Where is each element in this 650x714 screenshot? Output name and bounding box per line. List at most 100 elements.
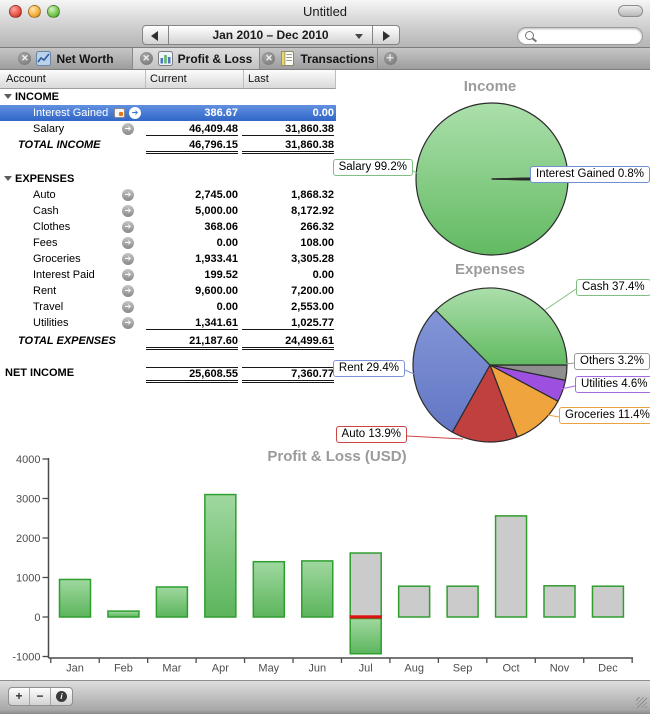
current-value: 46,409.48 bbox=[146, 123, 238, 136]
pie-slice-label: Rent 29.4% bbox=[333, 360, 405, 377]
account-name: Rent bbox=[33, 285, 56, 297]
table-row[interactable]: Interest Paid➔199.520.00 bbox=[0, 267, 336, 283]
svg-text:-1000: -1000 bbox=[12, 652, 40, 664]
last-value: 266.32 bbox=[242, 221, 334, 233]
drilldown-arrow-icon[interactable]: ➔ bbox=[122, 301, 134, 313]
accounts-table: INCOMEInterest Gained➔386.670.00Salary➔4… bbox=[0, 89, 336, 381]
svg-text:2000: 2000 bbox=[16, 533, 40, 545]
drilldown-arrow-icon[interactable]: ➔ bbox=[122, 285, 134, 297]
drilldown-arrow-icon[interactable]: ➔ bbox=[129, 107, 141, 119]
date-range-dropdown[interactable]: Jan 2010 – Dec 2010 bbox=[169, 25, 373, 45]
previous-period-button[interactable] bbox=[142, 25, 169, 45]
current-value: 25,608.55 bbox=[146, 367, 238, 383]
bar-actual-Apr[interactable] bbox=[205, 495, 236, 617]
pie-slice-interest-gained[interactable] bbox=[492, 177, 568, 181]
drilldown-arrow-icon[interactable]: ➔ bbox=[122, 123, 134, 135]
pie-slice-utilities[interactable] bbox=[490, 365, 565, 401]
table-row[interactable]: Clothes➔368.06266.32 bbox=[0, 219, 336, 235]
arrow-right-icon bbox=[383, 31, 390, 41]
drilldown-arrow-icon[interactable]: ➔ bbox=[122, 317, 134, 329]
tab-net-worth[interactable]: ✕ Net Worth bbox=[0, 48, 133, 69]
status-bar: + − i bbox=[0, 680, 650, 714]
svg-text:Mar: Mar bbox=[162, 663, 181, 675]
bar-actual-Jan[interactable] bbox=[60, 579, 91, 617]
plus-icon: ＋ bbox=[384, 52, 397, 65]
next-period-button[interactable] bbox=[373, 25, 400, 45]
account-name: Interest Gained bbox=[33, 107, 108, 119]
add-account-button[interactable]: + bbox=[9, 688, 30, 705]
table-row[interactable]: Fees➔0.00108.00 bbox=[0, 235, 336, 251]
table-header: Account Current Last bbox=[0, 70, 336, 89]
group-row[interactable]: INCOME bbox=[0, 89, 336, 105]
pie-slice-label: Groceries 11.4% bbox=[559, 407, 650, 424]
bar-actual-Feb[interactable] bbox=[108, 611, 139, 617]
close-tab-icon[interactable]: ✕ bbox=[140, 52, 153, 65]
table-row[interactable]: Cash➔5,000.008,172.92 bbox=[0, 203, 336, 219]
table-row[interactable]: Salary➔46,409.4831,860.38 bbox=[0, 121, 336, 137]
last-value: 0.00 bbox=[242, 107, 334, 119]
arrow-left-icon bbox=[151, 31, 158, 41]
drilldown-arrow-icon[interactable]: ➔ bbox=[122, 189, 134, 201]
column-header-last[interactable]: Last bbox=[248, 73, 269, 85]
svg-text:3000: 3000 bbox=[16, 494, 40, 506]
pie-slice-groceries[interactable] bbox=[490, 365, 558, 437]
bar-projected-Nov[interactable] bbox=[544, 586, 575, 617]
bar-projected-Jul[interactable] bbox=[350, 553, 381, 617]
bar-projected-Dec[interactable] bbox=[592, 586, 623, 617]
svg-text:1000: 1000 bbox=[16, 573, 40, 585]
bar-actual-Jul[interactable] bbox=[350, 619, 381, 654]
bar-projected-Aug[interactable] bbox=[399, 586, 430, 617]
table-row[interactable]: Auto➔2,745.001,868.32 bbox=[0, 187, 336, 203]
bar-actual-May[interactable] bbox=[253, 562, 284, 617]
table-row[interactable]: Groceries➔1,933.413,305.28 bbox=[0, 251, 336, 267]
drilldown-arrow-icon[interactable]: ➔ bbox=[122, 269, 134, 281]
current-value: 46,796.15 bbox=[146, 139, 238, 154]
toolbar-toggle-button[interactable] bbox=[618, 5, 643, 17]
bar-projected-Sep[interactable] bbox=[447, 586, 478, 617]
disclosure-triangle-icon[interactable] bbox=[4, 94, 12, 99]
chart-title: Expenses bbox=[330, 261, 650, 278]
pie-slice-others[interactable] bbox=[490, 365, 567, 380]
table-row[interactable]: Interest Gained➔386.670.00 bbox=[0, 105, 336, 121]
current-value: 5,000.00 bbox=[146, 205, 238, 217]
pie-slice-label: Salary 99.2% bbox=[333, 159, 413, 176]
content-area: Account Current Last INCOME Interest Gain… bbox=[0, 70, 650, 680]
group-label: EXPENSES bbox=[15, 173, 74, 185]
report-badge-icon[interactable] bbox=[114, 108, 125, 118]
bar-projected-Oct[interactable] bbox=[496, 516, 527, 617]
current-value: 1,341.61 bbox=[146, 317, 238, 330]
info-button[interactable]: i bbox=[51, 688, 72, 705]
pie-slice-rent[interactable] bbox=[413, 310, 490, 432]
drilldown-arrow-icon[interactable]: ➔ bbox=[122, 221, 134, 233]
bar-actual-Jun[interactable] bbox=[302, 561, 333, 617]
close-tab-icon[interactable]: ✕ bbox=[18, 52, 31, 65]
tab-transactions[interactable]: ✕ Transactions bbox=[260, 48, 378, 69]
disclosure-triangle-icon[interactable] bbox=[4, 176, 12, 181]
table-row[interactable]: Utilities➔1,341.611,025.77 bbox=[0, 315, 336, 331]
drilldown-arrow-icon[interactable]: ➔ bbox=[122, 205, 134, 217]
pie-slice-salary[interactable] bbox=[416, 103, 568, 255]
bar-actual-Mar[interactable] bbox=[156, 587, 187, 617]
group-row[interactable]: EXPENSES bbox=[0, 171, 336, 187]
tab-bar: ✕ Net Worth ✕ Profit & Loss ✕ bbox=[0, 48, 650, 70]
drilldown-arrow-icon[interactable]: ➔ bbox=[122, 253, 134, 265]
column-header-account[interactable]: Account bbox=[6, 73, 46, 85]
account-name: Salary bbox=[33, 123, 64, 135]
pie-slice-cash[interactable] bbox=[436, 288, 567, 365]
remove-account-button[interactable]: − bbox=[30, 688, 51, 705]
pie-slice-auto[interactable] bbox=[452, 365, 517, 442]
drilldown-arrow-icon[interactable]: ➔ bbox=[122, 237, 134, 249]
date-range-control: Jan 2010 – Dec 2010 bbox=[142, 25, 400, 45]
search-input[interactable] bbox=[540, 29, 640, 45]
last-value: 0.00 bbox=[242, 269, 334, 281]
tab-profit-loss[interactable]: ✕ Profit & Loss bbox=[133, 48, 260, 69]
last-value: 2,553.00 bbox=[242, 301, 334, 313]
last-value: 1,868.32 bbox=[242, 189, 334, 201]
add-tab-button[interactable]: ＋ bbox=[378, 48, 402, 69]
resize-grip[interactable] bbox=[636, 697, 647, 708]
window-header: Untitled Jan 2010 – Dec 2010 bbox=[0, 0, 650, 48]
column-header-current[interactable]: Current bbox=[150, 73, 187, 85]
close-tab-icon[interactable]: ✕ bbox=[262, 52, 275, 65]
table-row[interactable]: Travel➔0.002,553.00 bbox=[0, 299, 336, 315]
table-row[interactable]: Rent➔9,600.007,200.00 bbox=[0, 283, 336, 299]
